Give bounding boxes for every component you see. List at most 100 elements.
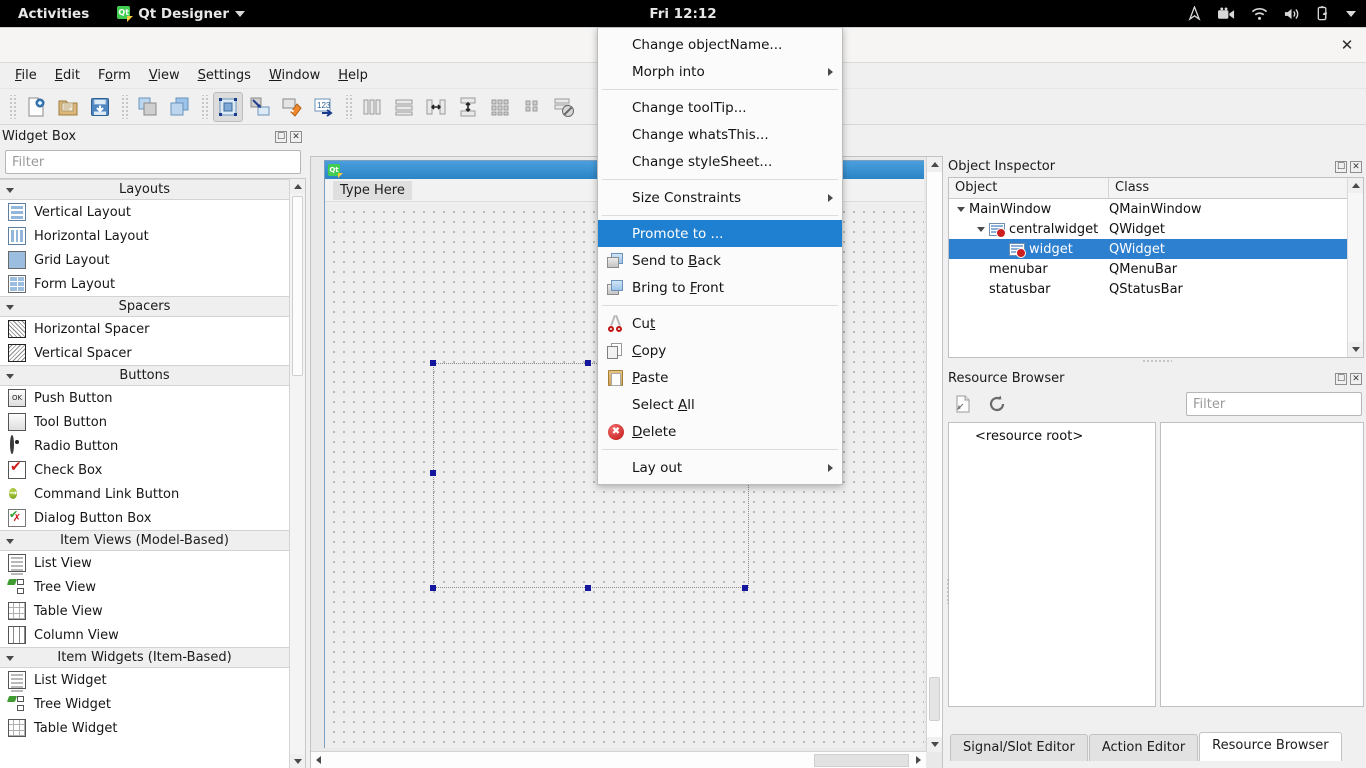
context-menu-item-morph-into[interactable]: Morph into bbox=[598, 58, 842, 85]
widget-item-horizontal-layout[interactable]: Horizontal Layout bbox=[0, 224, 289, 248]
widget-item-tool-button[interactable]: Tool Button bbox=[0, 410, 289, 434]
chevron-down-icon[interactable] bbox=[957, 206, 965, 212]
object-inspector-tree[interactable]: Object Class MainWindow QMainWindow centra… bbox=[948, 177, 1364, 358]
edit-buddies-button[interactable] bbox=[165, 92, 195, 122]
object-inspector-row[interactable]: MainWindow QMainWindow bbox=[949, 199, 1363, 219]
new-form-button[interactable] bbox=[21, 92, 51, 122]
layout-grid-button[interactable] bbox=[485, 92, 515, 122]
tab-resource-browser[interactable]: Resource Browser bbox=[1199, 732, 1342, 761]
close-icon[interactable]: ✕ bbox=[290, 130, 302, 143]
context-menu-item-change-tooltip[interactable]: Change toolTip... bbox=[598, 94, 842, 121]
widget-item-horizontal-spacer[interactable]: Horizontal Spacer bbox=[0, 317, 289, 341]
vertical-scrollbar-thumb[interactable] bbox=[929, 677, 940, 721]
app-menu-button[interactable]: Qt Qt Designer bbox=[117, 6, 245, 22]
system-menu-chevron-down-icon[interactable] bbox=[1346, 10, 1356, 17]
scroll-up-icon[interactable] bbox=[290, 179, 305, 194]
object-inspector-row[interactable]: widget QWidget bbox=[949, 239, 1363, 259]
location-icon[interactable] bbox=[1187, 6, 1202, 21]
menu-window[interactable]: Window bbox=[260, 65, 329, 86]
layout-form-button[interactable] bbox=[517, 92, 547, 122]
context-menu-item-select-all[interactable]: Select All bbox=[598, 391, 842, 418]
widget-item-vertical-spacer[interactable]: Vertical Spacer bbox=[0, 341, 289, 365]
layout-splitter-vertical-button[interactable] bbox=[453, 92, 483, 122]
object-inspector-scrollbar[interactable] bbox=[1347, 178, 1363, 357]
widget-box-filter-input[interactable]: Filter bbox=[5, 150, 301, 174]
screencast-icon[interactable] bbox=[1218, 6, 1235, 21]
resource-root-item[interactable]: <resource root> bbox=[949, 423, 1155, 444]
edit-signals-slots-button[interactable] bbox=[245, 92, 275, 122]
widget-category-spacers[interactable]: Spacers bbox=[0, 296, 289, 317]
activities-button[interactable]: Activities bbox=[12, 3, 95, 25]
context-menu-item-cut[interactable]: Cut bbox=[598, 310, 842, 337]
toolbar-grip[interactable] bbox=[8, 94, 16, 119]
context-menu-item-change-whatsthis[interactable]: Change whatsThis... bbox=[598, 121, 842, 148]
widget-item-form-layout[interactable]: Form Layout bbox=[0, 272, 289, 296]
context-menu-item-change-stylesheet[interactable]: Change styleSheet... bbox=[598, 148, 842, 175]
toolbar-grip-2[interactable] bbox=[120, 94, 128, 119]
widget-item-radio-button[interactable]: Radio Button bbox=[0, 434, 289, 458]
context-menu-item-size-constraints[interactable]: Size Constraints bbox=[598, 184, 842, 211]
form-area-vertical-scrollbar[interactable] bbox=[926, 157, 942, 752]
float-icon[interactable]: ☐ bbox=[1335, 160, 1347, 173]
close-icon[interactable]: ✕ bbox=[1350, 372, 1362, 385]
scroll-left-icon[interactable] bbox=[311, 753, 326, 768]
widget-item-list-widget[interactable]: List Widget bbox=[0, 668, 289, 692]
edit-buddies-mode-button[interactable] bbox=[277, 92, 307, 122]
resource-tree-pane[interactable]: <resource root> bbox=[948, 422, 1156, 707]
menu-file[interactable]: File bbox=[6, 65, 46, 86]
resize-handle-bottom-mid[interactable] bbox=[585, 585, 591, 591]
widget-item-column-view[interactable]: Column View bbox=[0, 623, 289, 647]
battery-icon[interactable] bbox=[1316, 6, 1330, 21]
form-menubar-type-here[interactable]: Type Here bbox=[333, 180, 412, 200]
edit-widgets-button[interactable] bbox=[133, 92, 163, 122]
widget-item-command-link-button[interactable]: ➞ Command Link Button bbox=[0, 482, 289, 506]
widget-item-list-view[interactable]: List View bbox=[0, 551, 289, 575]
context-menu-item-paste[interactable]: Paste bbox=[598, 364, 842, 391]
context-menu-item-change-objectname[interactable]: Change objectName... bbox=[598, 31, 842, 58]
widget-item-check-box[interactable]: Check Box bbox=[0, 458, 289, 482]
scroll-right-icon[interactable] bbox=[911, 753, 926, 768]
object-inspector-row[interactable]: centralwidget QWidget bbox=[949, 219, 1363, 239]
layout-vertically-button[interactable] bbox=[389, 92, 419, 122]
resize-handle-top-left[interactable] bbox=[430, 360, 436, 366]
scroll-down-icon[interactable] bbox=[927, 737, 942, 752]
tab-action-editor[interactable]: Action Editor bbox=[1088, 734, 1199, 761]
close-icon[interactable]: ✕ bbox=[1334, 33, 1360, 57]
widget-item-tree-widget[interactable]: Tree Widget bbox=[0, 692, 289, 716]
widget-category-item-views-model-based[interactable]: Item Views (Model-Based) bbox=[0, 530, 289, 551]
context-menu-item-promote-to[interactable]: Promote to ... bbox=[598, 220, 842, 247]
context-menu-item-copy[interactable]: Copy bbox=[598, 337, 842, 364]
tab-signal-slot-editor[interactable]: Signal/Slot Editor bbox=[950, 734, 1088, 761]
widget-context-menu[interactable]: Change objectName... Morph into Change too… bbox=[597, 27, 843, 485]
scroll-down-icon[interactable] bbox=[1348, 342, 1363, 357]
context-menu-item-delete[interactable]: ✖ Delete bbox=[598, 418, 842, 445]
close-icon[interactable]: ✕ bbox=[1350, 160, 1362, 173]
widget-item-tree-view[interactable]: Tree View bbox=[0, 575, 289, 599]
scroll-down-icon[interactable] bbox=[290, 754, 305, 768]
resource-preview-pane[interactable] bbox=[1160, 422, 1364, 707]
toolbar-grip-3[interactable] bbox=[200, 94, 208, 119]
wifi-icon[interactable] bbox=[1251, 7, 1268, 21]
widget-item-table-widget[interactable]: Table Widget bbox=[0, 716, 289, 740]
open-form-button[interactable] bbox=[53, 92, 83, 122]
reload-icon[interactable] bbox=[984, 392, 1010, 416]
widget-item-grid-layout[interactable]: Grid Layout bbox=[0, 248, 289, 272]
resize-handle-bottom-left[interactable] bbox=[430, 585, 436, 591]
float-icon[interactable]: ☐ bbox=[275, 130, 287, 143]
context-menu-item-lay-out[interactable]: Lay out bbox=[598, 454, 842, 481]
column-header-object[interactable]: Object bbox=[949, 178, 1109, 198]
resize-handle-bottom-right[interactable] bbox=[742, 585, 748, 591]
horizontal-scrollbar-track[interactable] bbox=[326, 753, 911, 768]
widget-item-table-view[interactable]: Table View bbox=[0, 599, 289, 623]
widget-category-buttons[interactable]: Buttons bbox=[0, 365, 289, 386]
resource-browser-filter-input[interactable]: Filter bbox=[1186, 392, 1362, 416]
column-header-class[interactable]: Class bbox=[1109, 178, 1155, 198]
resize-handle-mid-left[interactable] bbox=[430, 470, 436, 476]
edit-resources-icon[interactable] bbox=[950, 392, 976, 416]
edit-widget-mode-button[interactable] bbox=[213, 91, 243, 122]
menu-edit[interactable]: Edit bbox=[46, 65, 89, 86]
volume-icon[interactable] bbox=[1284, 7, 1300, 21]
layout-horizontally-button[interactable] bbox=[357, 92, 387, 122]
scrollbar-thumb[interactable] bbox=[292, 196, 303, 376]
float-icon[interactable]: ☐ bbox=[1335, 372, 1347, 385]
